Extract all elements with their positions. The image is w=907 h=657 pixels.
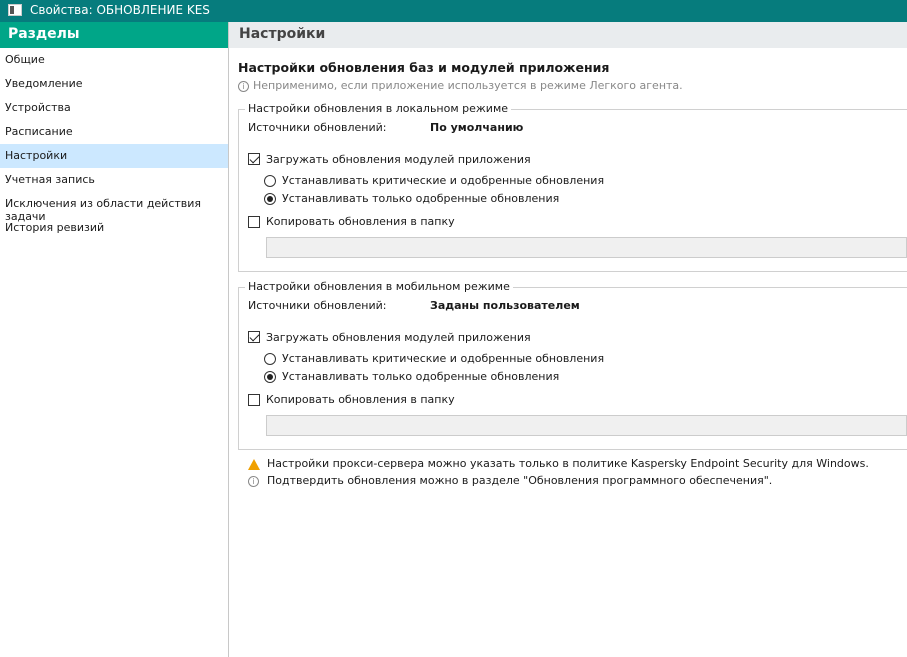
window-icon <box>8 4 22 16</box>
sidebar-item-exclusions[interactable]: Исключения из области действия задачи <box>0 192 228 223</box>
sources-value: По умолчанию <box>430 121 524 134</box>
mobile-radio-critical[interactable] <box>264 353 276 365</box>
sources-label: Источники обновлений: <box>248 299 387 312</box>
window-title: Свойства: ОБНОВЛЕНИЕ KES <box>30 3 210 17</box>
local-copy-checkbox[interactable] <box>248 216 260 228</box>
sidebar-item-schedule[interactable]: Расписание <box>0 120 228 144</box>
info-icon: i <box>248 476 259 487</box>
sidebar-item-general[interactable]: Общие <box>0 48 228 72</box>
page-title: Настройки <box>229 22 907 48</box>
title-bar: Свойства: ОБНОВЛЕНИЕ KES <box>0 0 907 22</box>
local-folder-input[interactable] <box>266 237 907 258</box>
note-text: Неприменимо, если приложение используетс… <box>253 79 683 92</box>
section-title: Настройки обновления баз и модулей прило… <box>238 60 610 75</box>
mobile-download-checkbox[interactable] <box>248 331 260 343</box>
sources-label: Источники обновлений: <box>248 121 387 134</box>
local-radio-critical-label[interactable]: Устанавливать критические и одобренные о… <box>282 174 604 187</box>
mobile-radio-approved-label[interactable]: Устанавливать только одобренные обновлен… <box>282 370 559 383</box>
sidebar-item-settings[interactable]: Настройки <box>0 144 228 168</box>
sidebar-item-notification[interactable]: Уведомление <box>0 72 228 96</box>
mobile-legend: Настройки обновления в мобильном режиме <box>245 280 513 293</box>
mobile-download-label[interactable]: Загружать обновления модулей приложения <box>266 331 531 344</box>
warning-text: Настройки прокси-сервера можно указать т… <box>267 457 869 470</box>
mobile-radio-critical-label[interactable]: Устанавливать критические и одобренные о… <box>282 352 604 365</box>
mobile-folder-input[interactable] <box>266 415 907 436</box>
info-icon: i <box>238 81 249 92</box>
local-download-label[interactable]: Загружать обновления модулей приложения <box>266 153 531 166</box>
mobile-copy-label[interactable]: Копировать обновления в папку <box>266 393 455 406</box>
mobile-radio-approved[interactable] <box>264 371 276 383</box>
divider <box>228 22 229 657</box>
local-radio-approved-label[interactable]: Устанавливать только одобренные обновлен… <box>282 192 559 205</box>
sidebar-item-account[interactable]: Учетная запись <box>0 168 228 192</box>
mobile-copy-checkbox[interactable] <box>248 394 260 406</box>
local-radio-approved[interactable] <box>264 193 276 205</box>
local-copy-label[interactable]: Копировать обновления в папку <box>266 215 455 228</box>
warning-icon <box>248 459 260 470</box>
sources-value: Заданы пользователем <box>430 299 580 312</box>
sidebar-item-revisions[interactable]: История ревизий <box>0 216 228 240</box>
local-legend: Настройки обновления в локальном режиме <box>245 102 512 115</box>
sidebar-title: Разделы <box>0 22 228 48</box>
local-download-checkbox[interactable] <box>248 153 260 165</box>
local-radio-critical[interactable] <box>264 175 276 187</box>
sidebar-item-devices[interactable]: Устройства <box>0 96 228 120</box>
info-text: Подтвердить обновления можно в разделе "… <box>267 474 773 487</box>
